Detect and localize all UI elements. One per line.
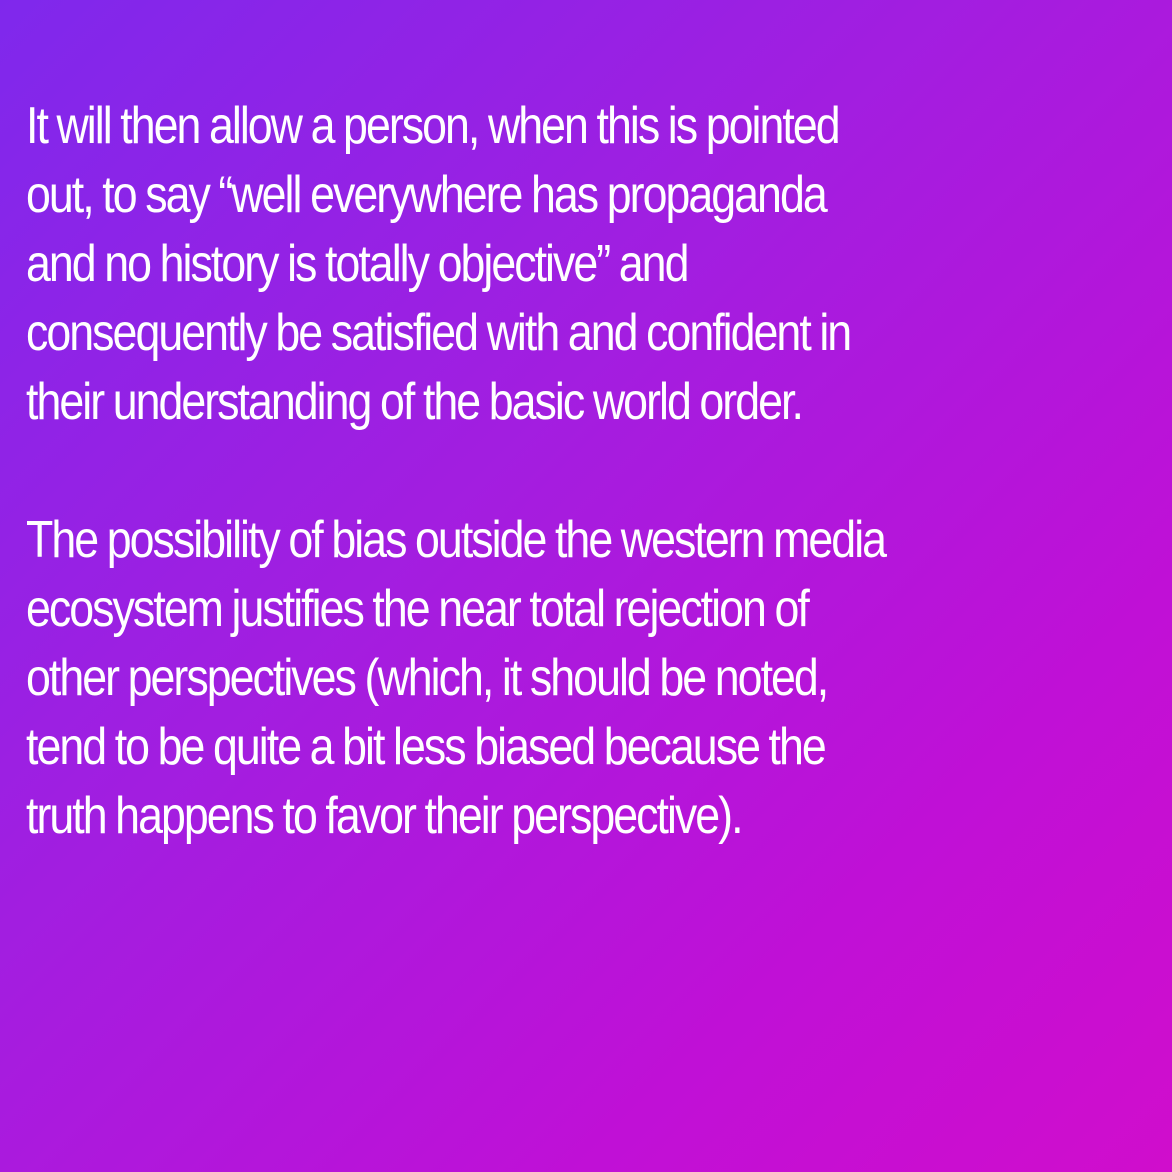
text-line: and no history is totally objective” and <box>26 235 689 293</box>
paragraph-2: The possibility of bias outside the west… <box>26 506 1153 851</box>
text-line: The possibility of bias outside the west… <box>26 511 887 569</box>
text-line: It will then allow a person, when this i… <box>26 97 841 155</box>
text-block: It will then allow a person, when this i… <box>26 92 1153 851</box>
text-line: tend to be quite a bit less biased becau… <box>26 718 827 776</box>
text-line: truth happens to favor their perspective… <box>26 787 744 845</box>
text-line: consequently be satisfied with and confi… <box>26 304 852 362</box>
text-line: out, to say “well everywhere has propaga… <box>26 166 828 224</box>
paragraph-1: It will then allow a person, when this i… <box>26 92 1153 437</box>
quote-image: { "paragraphs": [ { "lines": [ "It will … <box>0 0 1172 1172</box>
text-line: ecosystem justifies the near total rejec… <box>26 580 810 638</box>
text-line: their understanding of the basic world o… <box>26 373 804 431</box>
text-line: other perspectives (which, it should be … <box>26 649 829 707</box>
